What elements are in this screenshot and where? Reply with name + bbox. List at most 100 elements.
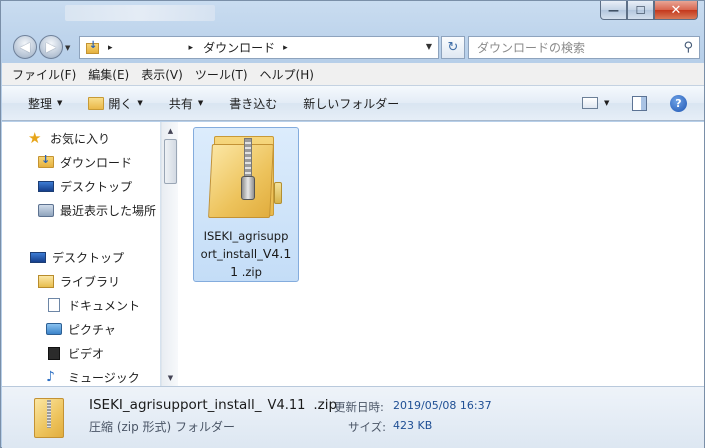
search-input[interactable]: ダウンロードの検索 ⚲ bbox=[468, 36, 700, 59]
star-icon: ★ bbox=[28, 129, 42, 147]
share-button[interactable]: 共有 ▼ bbox=[169, 95, 203, 112]
explorer-window: — ☐ ✕ ◀ ▶ ▼ ↓ ▸ ▸ ダウンロード ▸ ▼ ↻ ダウンロードの検索… bbox=[0, 0, 705, 448]
back-button[interactable]: ◀ bbox=[13, 35, 37, 59]
file-item-zip[interactable]: ISEKI_agrisupp ort_install_V4.1 1 .zip bbox=[193, 127, 299, 282]
sidebar-item-label: ドキュメント bbox=[68, 298, 141, 313]
details-name-version: V4.11 bbox=[267, 398, 306, 413]
sidebar-item-recent-places[interactable]: 最近表示した場所 bbox=[38, 199, 156, 221]
breadcrumb-downloads[interactable]: ダウンロード bbox=[203, 39, 275, 56]
chevron-down-icon: ▼ bbox=[57, 99, 63, 107]
refresh-button[interactable]: ↻ bbox=[441, 36, 465, 59]
title-bar[interactable]: — ☐ ✕ bbox=[1, 1, 704, 29]
recent-places-icon bbox=[38, 203, 54, 217]
details-pane: ISEKI_agrisupport_install_ V4.11 .zip 圧縮 (… bbox=[2, 386, 704, 448]
refresh-icon: ↻ bbox=[447, 40, 459, 55]
desktop-icon bbox=[30, 251, 46, 263]
scroll-up-button[interactable]: ▲ bbox=[163, 123, 178, 138]
pictures-icon bbox=[46, 323, 62, 335]
preview-pane-icon[interactable] bbox=[632, 96, 647, 111]
details-file-name: ISEKI_agrisupport_install_ V4.11 .zip bbox=[89, 397, 337, 413]
address-bar[interactable]: ↓ ▸ ▸ ダウンロード ▸ ▼ bbox=[79, 36, 439, 59]
menu-help[interactable]: ヘルプ(H) bbox=[260, 66, 314, 83]
chevron-down-icon: ▼ bbox=[137, 99, 143, 107]
downloads-folder-icon bbox=[38, 153, 54, 168]
desktop-icon bbox=[38, 180, 54, 192]
sidebar-item-favorites[interactable]: ★ お気に入り bbox=[28, 127, 110, 149]
address-separator[interactable]: ▸ bbox=[283, 43, 288, 53]
sidebar-item-libraries[interactable]: ライブラリ bbox=[38, 270, 120, 292]
forward-button[interactable]: ▶ bbox=[39, 35, 63, 59]
address-dropdown-button[interactable]: ▼ bbox=[426, 42, 432, 51]
sidebar-item-videos[interactable]: ビデオ bbox=[46, 342, 104, 364]
menu-view[interactable]: 表示(V) bbox=[141, 66, 183, 83]
music-icon: ♪ bbox=[46, 369, 55, 385]
burn-button[interactable]: 書き込む bbox=[229, 95, 277, 112]
library-icon bbox=[38, 274, 54, 288]
menu-file[interactable]: ファイル(F) bbox=[12, 66, 76, 83]
address-separator[interactable]: ▸ bbox=[189, 43, 194, 53]
change-view-icon[interactable] bbox=[582, 97, 598, 109]
minimize-button[interactable]: — bbox=[600, 1, 627, 20]
downloads-folder-icon: ↓ bbox=[86, 40, 100, 54]
folder-open-icon bbox=[88, 96, 105, 110]
chevron-down-icon: ▼ bbox=[197, 99, 204, 107]
sidebar-item-label: デスクトップ bbox=[52, 250, 125, 265]
new-folder-button[interactable]: 新しいフォルダー bbox=[303, 95, 399, 112]
new-folder-label: 新しいフォルダー bbox=[303, 96, 400, 111]
search-icon[interactable]: ⚲ bbox=[683, 40, 693, 55]
search-placeholder: ダウンロードの検索 bbox=[477, 41, 586, 55]
share-label: 共有 bbox=[168, 96, 193, 111]
file-name-label: ISEKI_agrisupp ort_install_V4.1 1 .zip bbox=[196, 228, 296, 281]
command-bar: 整理 ▼ 開く ▼ 共有 ▼ 書き込む 新しいフォルダー ▼ ? bbox=[2, 85, 704, 121]
file-name-line1: ISEKI_agrisupp bbox=[203, 229, 289, 243]
sidebar-item-label: 最近表示した場所 bbox=[60, 203, 157, 218]
sidebar-item-label: ライブラリ bbox=[60, 274, 121, 289]
open-button[interactable]: 開く ▼ bbox=[88, 95, 143, 112]
window-title-blurred bbox=[65, 5, 215, 21]
videos-icon bbox=[48, 346, 60, 360]
scroll-down-button[interactable]: ▼ bbox=[163, 370, 178, 385]
sidebar-item-label: ミュージック bbox=[68, 370, 140, 385]
sidebar-item-desktop[interactable]: デスクトップ bbox=[38, 175, 132, 197]
address-separator[interactable]: ▸ bbox=[108, 43, 113, 53]
organize-button[interactable]: 整理 ▼ bbox=[28, 95, 62, 112]
file-name-version-end: 1 bbox=[230, 264, 239, 279]
forward-arrow-icon: ▶ bbox=[46, 39, 56, 55]
details-modified-label: 更新日時: bbox=[334, 400, 384, 414]
view-options-dropdown[interactable]: ▼ bbox=[604, 99, 609, 107]
sidebar-item-label: お気に入り bbox=[50, 131, 111, 146]
main-area: ★ お気に入り ダウンロード デスクトップ 最近表示した場所 デスクトップ bbox=[2, 122, 704, 386]
sidebar-item-label: ダウンロード bbox=[60, 155, 133, 170]
zip-folder-icon bbox=[32, 396, 66, 438]
file-list: ISEKI_agrisupp ort_install_V4.1 1 .zip bbox=[179, 122, 704, 386]
recent-pages-dropdown[interactable]: ▼ bbox=[65, 44, 70, 52]
sidebar-item-label: ビデオ bbox=[68, 346, 105, 361]
menu-edit[interactable]: 編集(E) bbox=[88, 66, 129, 83]
details-modified-value: 2019/05/08 16:37 bbox=[393, 399, 492, 412]
sidebar-item-documents[interactable]: ドキュメント bbox=[46, 294, 140, 316]
close-button[interactable]: ✕ bbox=[654, 1, 698, 20]
open-label: 開く bbox=[108, 96, 133, 111]
details-name-prefix: ISEKI_agrisupport_install_ bbox=[89, 397, 262, 413]
sidebar-item-desktop-root[interactable]: デスクトップ bbox=[30, 246, 124, 268]
maximize-button[interactable]: ☐ bbox=[627, 1, 654, 20]
details-size-label: サイズ: bbox=[348, 420, 387, 434]
navigation-bar: ◀ ▶ ▼ ↓ ▸ ▸ ダウンロード ▸ ▼ ↻ ダウンロードの検索 ⚲ bbox=[1, 32, 704, 60]
details-file-type: 圧縮 (zip 形式) フォルダー bbox=[89, 420, 236, 434]
sidebar-item-downloads[interactable]: ダウンロード bbox=[38, 151, 132, 173]
sidebar-item-pictures[interactable]: ピクチャ bbox=[46, 318, 116, 340]
scrollbar-thumb[interactable] bbox=[164, 139, 177, 184]
navigation-scrollbar[interactable]: ▲ ▼ bbox=[161, 122, 178, 386]
help-icon[interactable]: ? bbox=[670, 95, 687, 112]
menu-bar: ファイル(F) 編集(E) 表示(V) ツール(T) ヘルプ(H) bbox=[2, 63, 704, 85]
sidebar-item-label: ピクチャ bbox=[68, 322, 116, 337]
details-size-value: 423 KB bbox=[393, 419, 433, 432]
caption-buttons: — ☐ ✕ bbox=[600, 1, 698, 20]
file-name-version: V4.1 bbox=[262, 246, 292, 261]
documents-icon bbox=[48, 298, 60, 312]
sidebar-item-music[interactable]: ♪ ミュージック bbox=[46, 366, 140, 388]
organize-label: 整理 bbox=[28, 96, 53, 111]
zip-folder-icon bbox=[208, 134, 284, 220]
file-name-ext: .zip bbox=[238, 265, 262, 279]
menu-tools[interactable]: ツール(T) bbox=[195, 66, 248, 83]
